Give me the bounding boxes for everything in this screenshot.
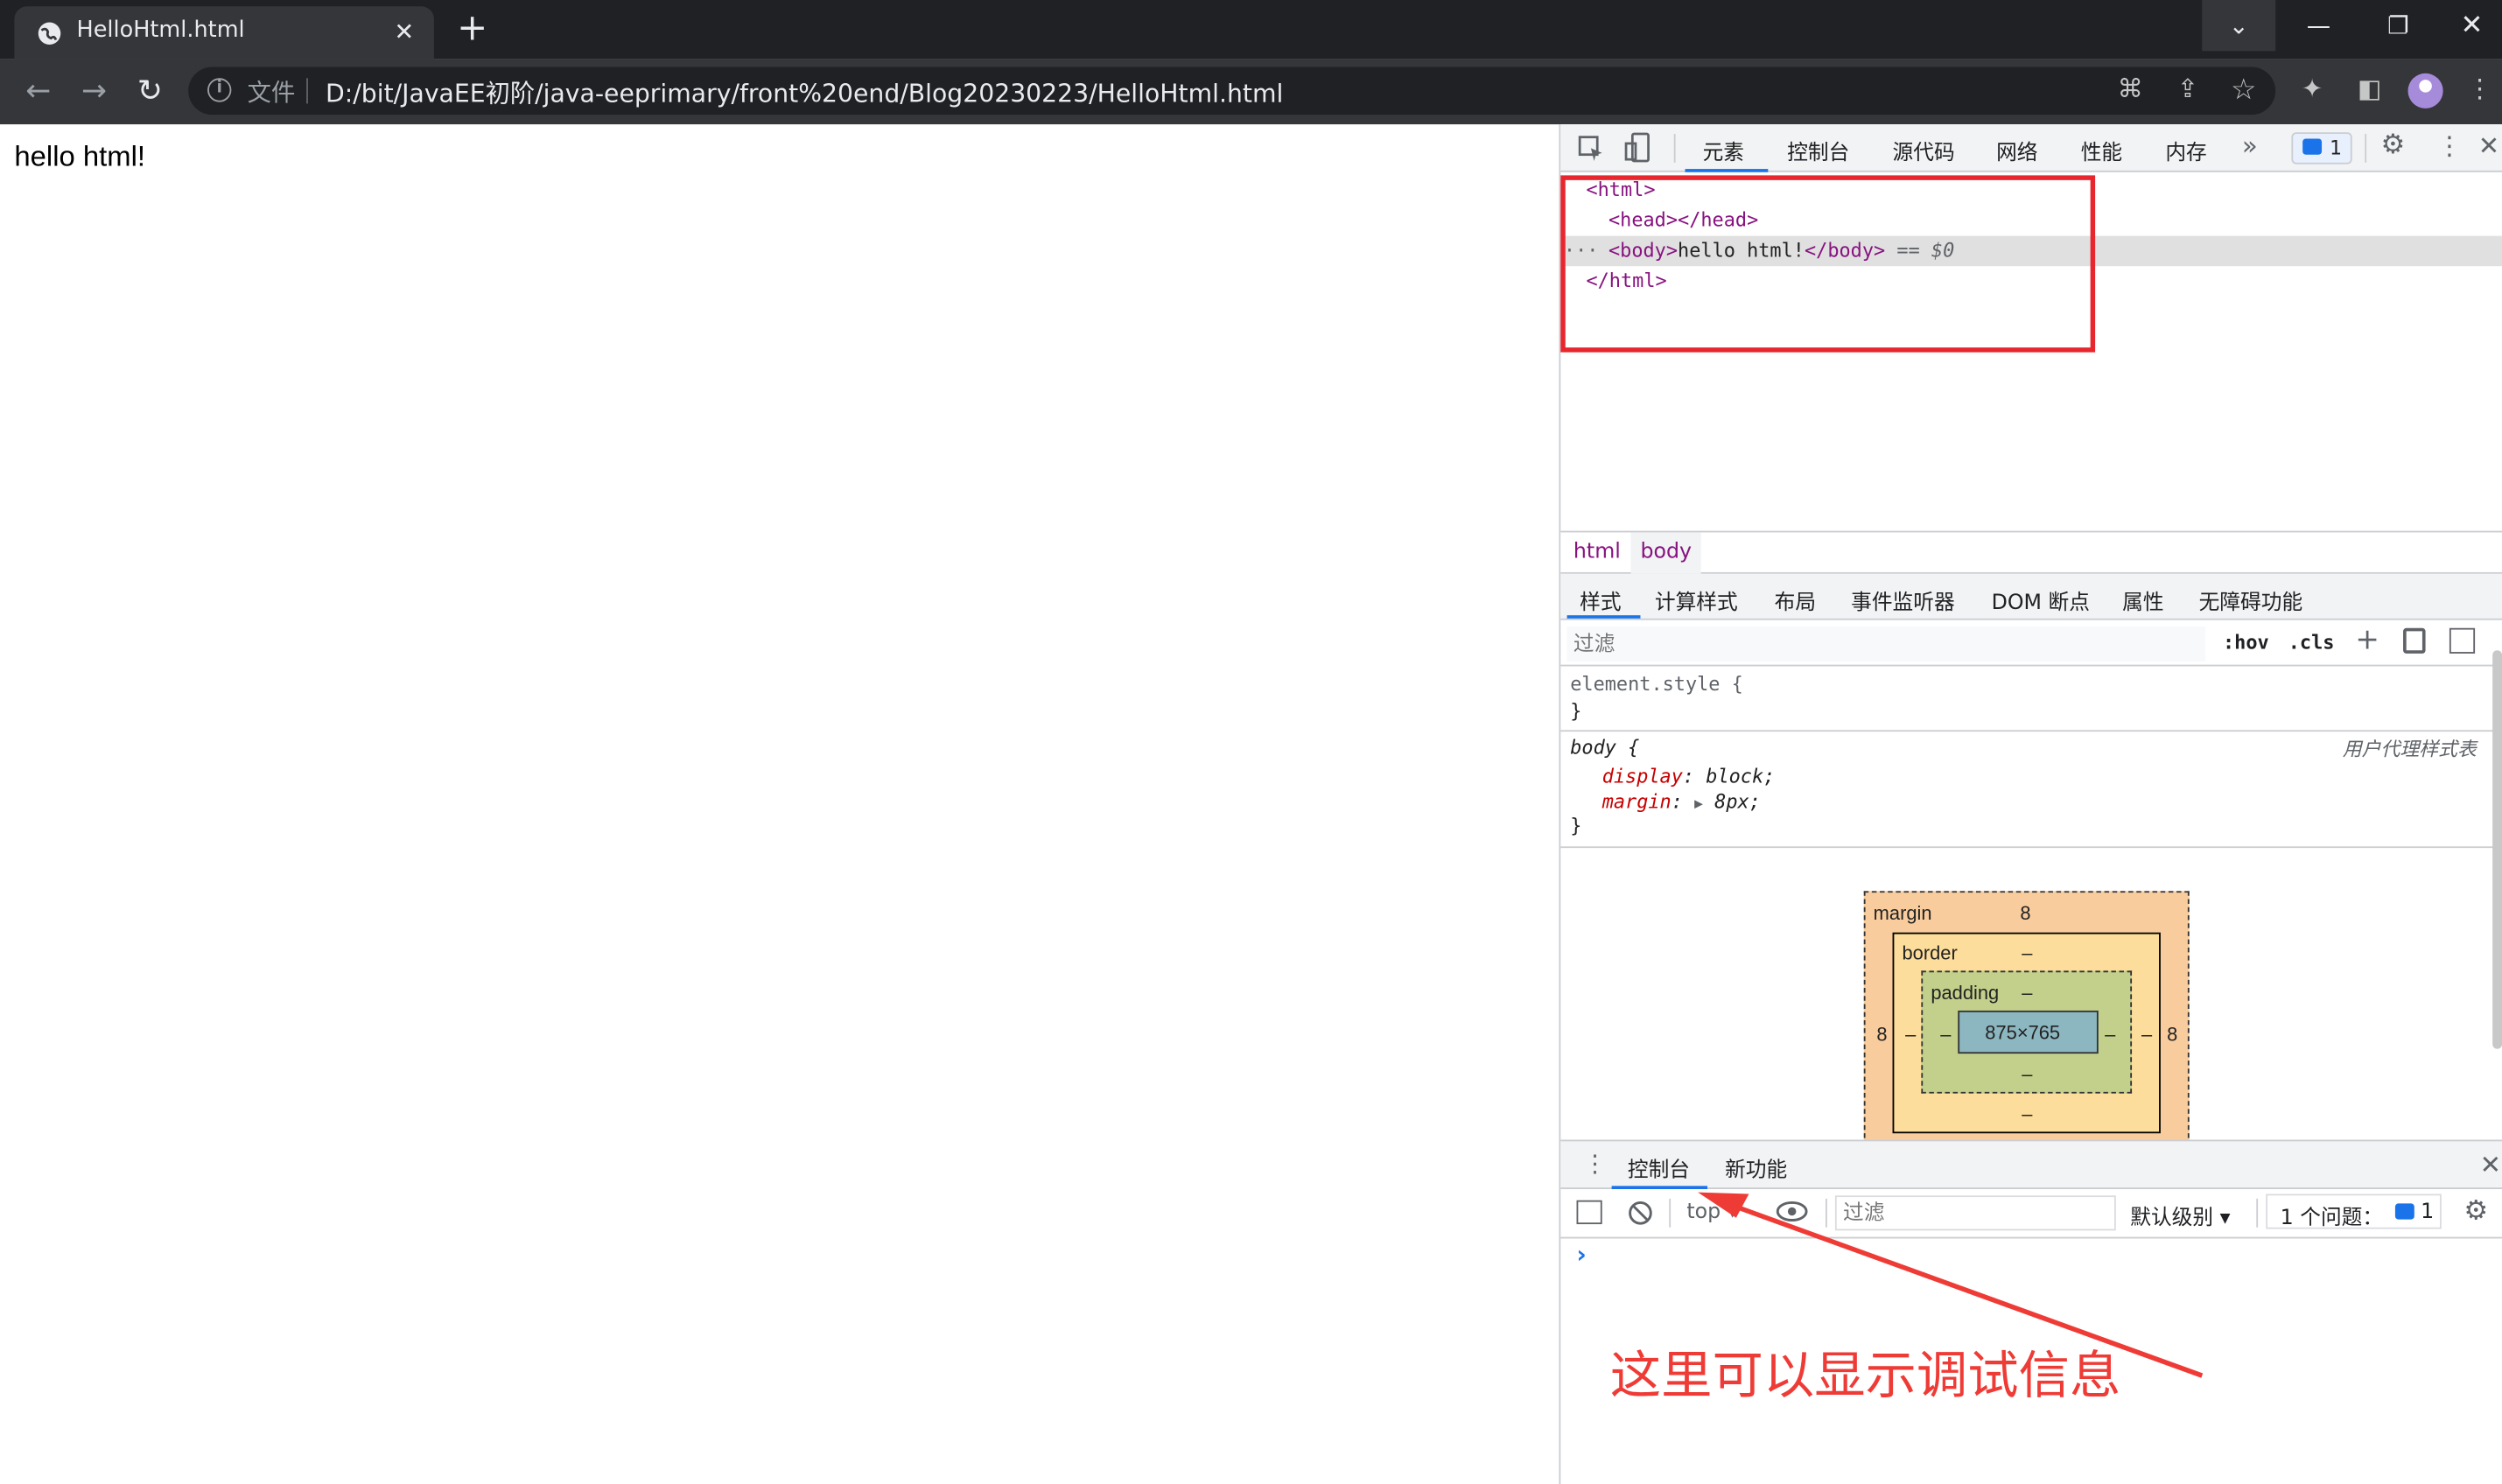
annotation-text: 这里可以显示调试信息	[1609, 1345, 2121, 1406]
annotation-arrow	[1698, 1192, 2204, 1378]
